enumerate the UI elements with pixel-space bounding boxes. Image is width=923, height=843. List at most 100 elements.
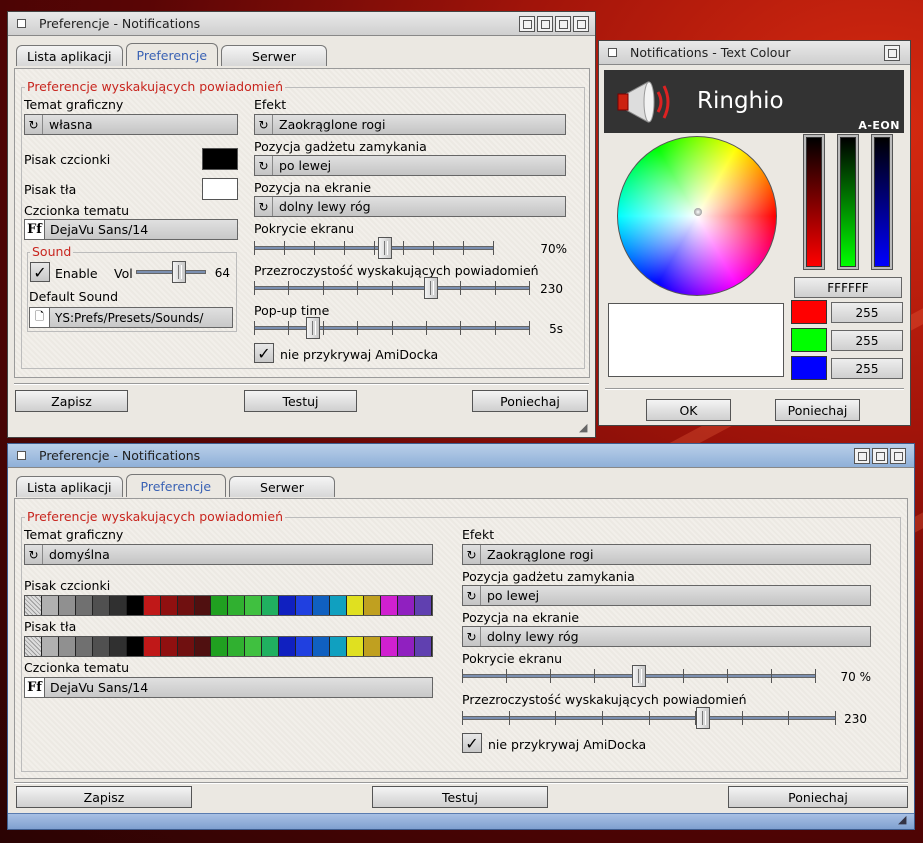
palette-pen[interactable] xyxy=(228,596,246,615)
popup-slider[interactable] xyxy=(254,317,530,339)
coverage-slider[interactable] xyxy=(462,665,816,687)
palette-pen[interactable] xyxy=(262,596,280,615)
tab-serwer[interactable]: Serwer xyxy=(221,45,327,66)
close-icon[interactable] xyxy=(608,48,617,57)
screen-pos-cycle[interactable]: ↻ dolny lewy róg xyxy=(462,626,871,647)
palette-pen[interactable] xyxy=(279,637,297,656)
hex-value[interactable]: FFFFFF xyxy=(794,277,902,298)
titlebar[interactable]: Preferencje - Notifications xyxy=(8,444,914,468)
close-icon[interactable] xyxy=(17,451,26,460)
resize-icon[interactable]: ◢ xyxy=(579,421,593,435)
depth-icon[interactable] xyxy=(884,44,900,61)
palette-pen[interactable] xyxy=(58,596,76,615)
palette-pen[interactable] xyxy=(160,637,178,656)
titlebar[interactable]: Preferencje - Notifications xyxy=(8,12,595,36)
palette-pen[interactable] xyxy=(177,637,195,656)
palette-pen[interactable] xyxy=(330,596,348,615)
effect-cycle[interactable]: ↻ Zaokrąglone rogi xyxy=(462,544,871,565)
slider-knob[interactable] xyxy=(696,707,710,729)
palette-pen[interactable] xyxy=(92,596,110,615)
palette-pen[interactable] xyxy=(143,596,161,615)
palette-pen[interactable] xyxy=(92,637,110,656)
depth-icon[interactable] xyxy=(555,15,571,32)
slider-knob[interactable] xyxy=(424,277,438,299)
theme-cycle[interactable]: ↻ domyślna xyxy=(24,544,433,565)
zoom-icon[interactable] xyxy=(872,447,888,464)
titlebar[interactable]: Notifications - Text Colour xyxy=(599,41,910,65)
blue-bar[interactable] xyxy=(871,134,893,270)
bg-pen-swatch[interactable] xyxy=(202,178,238,200)
palette-pen[interactable] xyxy=(58,637,76,656)
font-pen-palette[interactable] xyxy=(24,595,433,616)
palette-pen[interactable] xyxy=(25,596,42,615)
red-bar[interactable] xyxy=(803,134,825,270)
palette-pen[interactable] xyxy=(245,637,263,656)
palette-pen[interactable] xyxy=(177,596,195,615)
palette-pen[interactable] xyxy=(397,637,415,656)
palette-pen[interactable] xyxy=(313,637,331,656)
font-pen-swatch[interactable] xyxy=(202,148,238,170)
palette-pen[interactable] xyxy=(296,596,314,615)
cancel-button[interactable]: Poniechaj xyxy=(472,390,588,412)
color-wheel-handle[interactable] xyxy=(694,208,702,216)
test-button[interactable]: Testuj xyxy=(244,390,357,412)
palette-pen[interactable] xyxy=(211,596,229,615)
palette-pen[interactable] xyxy=(75,596,93,615)
palette-pen[interactable] xyxy=(109,637,127,656)
amidock-checkbox[interactable]: ✓ xyxy=(462,733,482,753)
tab-preferencje[interactable]: Preferencje xyxy=(125,43,219,66)
amidock-checkbox[interactable]: ✓ xyxy=(254,343,274,363)
palette-pen[interactable] xyxy=(279,596,297,615)
palette-pen[interactable] xyxy=(414,596,432,615)
palette-pen[interactable] xyxy=(143,637,161,656)
slider-knob[interactable] xyxy=(378,237,392,259)
slider-knob[interactable] xyxy=(632,665,646,687)
screen-pos-cycle[interactable]: ↻ dolny lewy róg xyxy=(254,196,566,217)
green-value[interactable]: 255 xyxy=(831,330,903,351)
close-icon[interactable] xyxy=(17,19,26,28)
tab-lista-aplikacji[interactable]: Lista aplikacji xyxy=(16,476,123,497)
font-selector[interactable]: Ff DejaVu Sans/14 xyxy=(24,219,238,240)
depth-icon[interactable] xyxy=(890,447,906,464)
ok-button[interactable]: OK xyxy=(646,399,731,421)
close-pos-cycle[interactable]: ↻ po lewej xyxy=(462,585,871,606)
cancel-button[interactable]: Poniechaj xyxy=(775,399,860,421)
palette-pen[interactable] xyxy=(245,596,263,615)
coverage-slider[interactable] xyxy=(254,237,494,259)
palette-pen[interactable] xyxy=(347,596,365,615)
resize-icon[interactable]: ◢ xyxy=(898,813,912,827)
palette-pen[interactable] xyxy=(330,637,348,656)
font-selector[interactable]: Ff DejaVu Sans/14 xyxy=(24,677,433,698)
palette-pen[interactable] xyxy=(313,596,331,615)
save-button[interactable]: Zapisz xyxy=(16,786,192,808)
effect-cycle[interactable]: ↻ Zaokrąglone rogi xyxy=(254,114,566,135)
iconify-icon[interactable] xyxy=(854,447,870,464)
palette-pen[interactable] xyxy=(364,596,382,615)
slider-knob[interactable] xyxy=(172,261,186,283)
cancel-button[interactable]: Poniechaj xyxy=(728,786,908,808)
iconify-icon[interactable] xyxy=(519,15,535,32)
palette-pen[interactable] xyxy=(194,637,212,656)
palette-pen[interactable] xyxy=(347,637,365,656)
palette-pen[interactable] xyxy=(397,596,415,615)
tab-preferencje[interactable]: Preferencje xyxy=(125,474,227,497)
green-bar[interactable] xyxy=(837,134,859,270)
vol-slider[interactable] xyxy=(136,261,206,283)
palette-pen[interactable] xyxy=(381,596,398,615)
palette-pen[interactable] xyxy=(41,637,59,656)
palette-pen[interactable] xyxy=(126,637,144,656)
theme-cycle[interactable]: ↻ własna xyxy=(24,114,238,135)
transparency-slider[interactable] xyxy=(462,707,836,729)
transparency-slider[interactable] xyxy=(254,277,530,299)
bg-pen-palette[interactable] xyxy=(24,636,433,657)
depth-back-icon[interactable] xyxy=(573,15,589,32)
zoom-icon[interactable] xyxy=(537,15,553,32)
palette-pen[interactable] xyxy=(41,596,59,615)
save-button[interactable]: Zapisz xyxy=(15,390,128,412)
slider-knob[interactable] xyxy=(306,317,320,339)
palette-pen[interactable] xyxy=(194,596,212,615)
enable-checkbox[interactable]: ✓ xyxy=(30,262,50,282)
palette-pen[interactable] xyxy=(25,637,42,656)
palette-pen[interactable] xyxy=(364,637,382,656)
palette-pen[interactable] xyxy=(109,596,127,615)
